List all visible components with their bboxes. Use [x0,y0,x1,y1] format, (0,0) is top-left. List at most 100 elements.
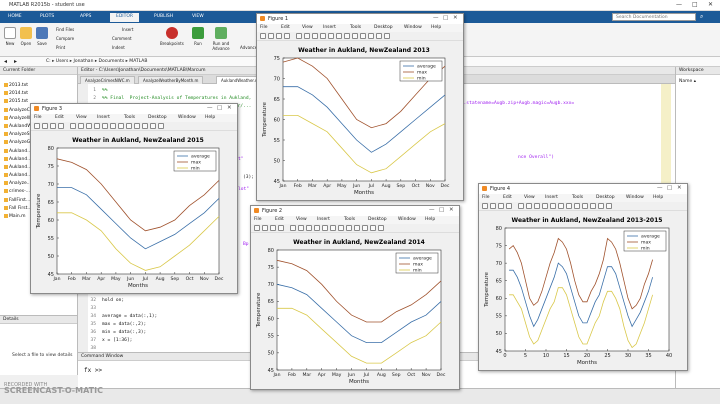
open-icon[interactable] [262,225,268,231]
show-plot-tools-icon[interactable] [606,203,612,209]
link-icon[interactable] [574,203,580,209]
workspace-name-column[interactable]: Name ▴ [679,79,696,84]
minimize-icon[interactable]: — [676,1,682,8]
legend-icon[interactable] [368,33,374,39]
menu-item-desktop[interactable]: Desktop [368,217,387,222]
figure-window-1[interactable]: Figure 1 — □ ✕ File Edit View Insert Tools Deskto… [256,13,464,201]
zoom-in-icon[interactable] [304,33,310,39]
hide-plot-tools-icon[interactable] [150,123,156,129]
maximize-icon[interactable]: □ [667,185,672,191]
zoom-out-icon[interactable] [86,123,92,129]
menu-item-insert[interactable]: Insert [97,115,110,120]
colorbar-icon[interactable] [582,203,588,209]
menu-item-window[interactable]: Window [398,217,416,222]
tab-home[interactable]: HOME [2,13,28,22]
save-icon[interactable] [270,225,276,231]
link-icon[interactable] [352,33,358,39]
code-line[interactable]: min = data(:,3); [102,330,146,335]
new-figure-icon[interactable] [34,123,40,129]
save-icon[interactable] [50,123,56,129]
data-cursor-icon[interactable] [336,33,342,39]
legend-icon[interactable] [590,203,596,209]
menu-item-insert[interactable]: Insert [317,217,330,222]
menu-item-edit[interactable]: Edit [275,217,284,222]
menu-item-help[interactable]: Help [431,25,441,30]
find-files-button[interactable]: Find Files [56,27,74,32]
tab-publish[interactable]: PUBLISH [148,13,179,22]
menu-item-edit[interactable]: Edit [281,25,290,30]
minimize-icon[interactable]: — [207,105,213,111]
close-icon[interactable]: ✕ [449,207,454,213]
close-icon[interactable]: ✕ [708,1,713,8]
zoom-out-icon[interactable] [306,225,312,231]
code-line[interactable]: %% Final Project-Analysis of Temperature… [102,96,251,101]
menu-item-file[interactable]: File [260,25,268,30]
colorbar-icon[interactable] [134,123,140,129]
print-icon[interactable] [278,225,284,231]
editor-tab-weather-by-month[interactable]: AnalyzeWeatherByMonth.m [138,76,204,84]
figure-window-4[interactable]: Figure 4 — □ ✕ File Edit View Insert Tools Deskto… [478,183,688,371]
run-and-advance-button[interactable]: Run and Advance [210,27,232,51]
figure-window-2[interactable]: Figure 2 — □ ✕ File Edit View Insert Tools Deskto… [250,205,460,390]
run-button[interactable]: Run [192,27,204,46]
show-plot-tools-icon[interactable] [158,123,164,129]
new-figure-icon[interactable] [260,33,266,39]
code-line[interactable]: x = [1:36]; [102,338,132,343]
brush-icon[interactable] [338,225,344,231]
menu-item-desktop[interactable]: Desktop [596,195,615,200]
figure-title-bar[interactable]: Figure 4 — □ ✕ [479,184,687,194]
print-icon[interactable] [58,123,64,129]
menu-item-file[interactable]: File [254,217,262,222]
new-figure-icon[interactable] [254,225,260,231]
pan-icon[interactable] [320,33,326,39]
figure-plot[interactable]: Weather in Aukland, NewZealand 201545505… [31,132,235,292]
menu-item-help[interactable]: Help [205,115,215,120]
figure-title-bar[interactable]: Figure 1 — □ ✕ [257,14,463,24]
menu-item-view[interactable]: View [302,25,313,30]
legend-icon[interactable] [142,123,148,129]
current-path[interactable]: C: ▸ Users ▸ Jonathan ▸ Documents ▸ MATL… [46,59,147,64]
menu-item-tools[interactable]: Tools [124,115,135,120]
figure-window-3[interactable]: Figure 3 — □ ✕ File Edit View Insert Tools Deskto… [30,103,238,294]
colorbar-icon[interactable] [360,33,366,39]
search-documentation-input[interactable]: Search Documentation [612,13,696,21]
print-icon[interactable] [506,203,512,209]
show-plot-tools-icon[interactable] [384,33,390,39]
minimize-icon[interactable]: — [657,185,663,191]
pan-icon[interactable] [94,123,100,129]
menu-item-tools[interactable]: Tools [572,195,583,200]
data-cursor-icon[interactable] [558,203,564,209]
save-button[interactable]: Save [36,27,48,46]
hide-plot-tools-icon[interactable] [598,203,604,209]
back-arrow-icon[interactable]: ◂ [4,58,7,65]
pan-icon[interactable] [542,203,548,209]
zoom-in-icon[interactable] [298,225,304,231]
pointer-icon[interactable] [70,123,76,129]
menu-item-view[interactable]: View [296,217,307,222]
menu-item-window[interactable]: Window [178,115,196,120]
open-button[interactable]: Open [20,27,32,46]
figure-plot[interactable]: Weather in Aukland, NewZealand 201345505… [257,42,461,199]
figure-plot[interactable]: Weather in Aukland, NewZealand 201445505… [251,234,457,388]
legend-icon[interactable] [362,225,368,231]
code-line[interactable]: average = data(:,1); [102,314,157,319]
pointer-icon[interactable] [290,225,296,231]
link-icon[interactable] [346,225,352,231]
compare-button[interactable]: Compare [56,36,74,41]
rotate-icon[interactable] [550,203,556,209]
maximize-icon[interactable]: □ [692,1,698,8]
pan-icon[interactable] [314,225,320,231]
indent-button[interactable]: Indent [112,45,125,50]
tab-plots[interactable]: PLOTS [34,13,60,22]
open-icon[interactable] [490,203,496,209]
close-icon[interactable]: ✕ [677,185,682,191]
menu-item-desktop[interactable]: Desktop [148,115,167,120]
menu-item-help[interactable]: Help [425,217,435,222]
menu-item-help[interactable]: Help [653,195,663,200]
figure-title-bar[interactable]: Figure 3 — □ ✕ [31,104,237,114]
figure-plot[interactable]: Weather in Aukland, NewZealand 2013-2015… [479,212,685,369]
code-line[interactable]: max = data(:,2); [102,322,146,327]
menu-item-window[interactable]: Window [626,195,644,200]
maximize-icon[interactable]: □ [217,105,222,111]
zoom-in-icon[interactable] [78,123,84,129]
